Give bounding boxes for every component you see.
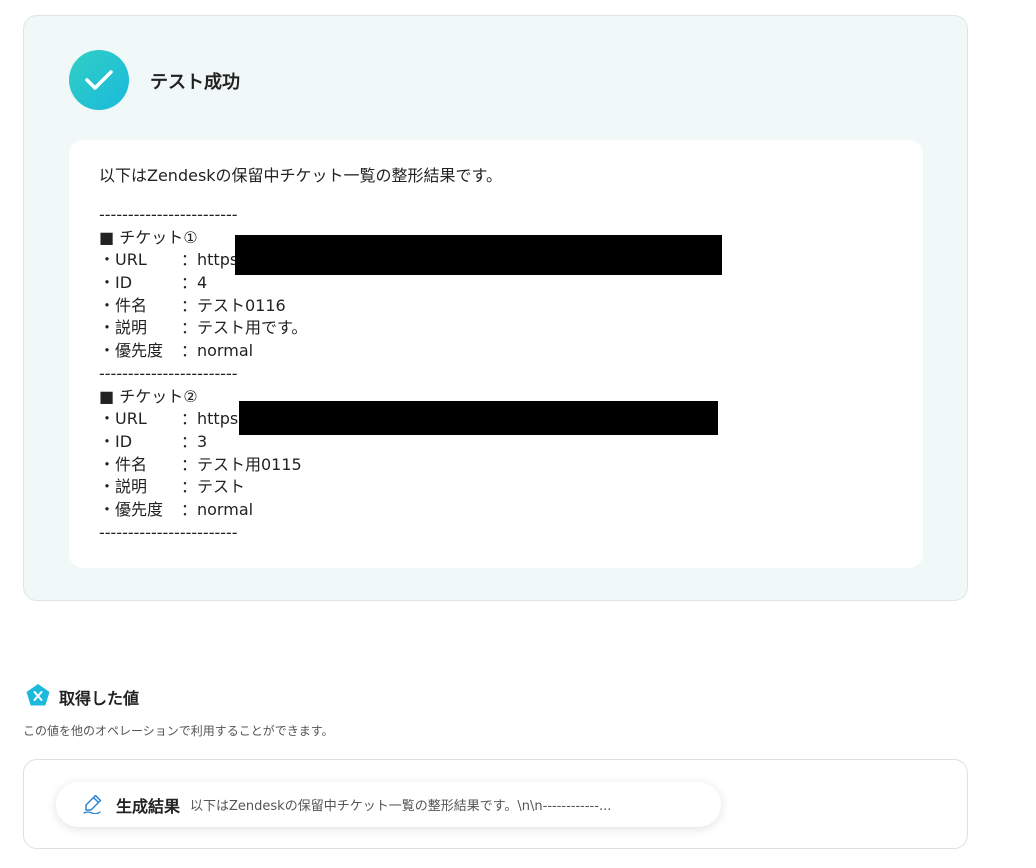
check-icon — [69, 50, 129, 110]
variable-x-icon — [25, 683, 51, 711]
obtained-values-panel: 生成結果 以下はZendeskの保留中チケット一覧の整形結果です。\n\n---… — [23, 759, 968, 849]
value-chip-generated-result[interactable]: 生成結果 以下はZendeskの保留中チケット一覧の整形結果です。\n\n---… — [56, 782, 721, 827]
ticket-id-row: ・ID ：3 — [99, 431, 302, 454]
desc-value: ：テスト用です。 — [181, 318, 308, 338]
ticket-url-row: ・URL ：https: — [99, 235, 722, 276]
obtained-values-description: この値を他のオペレーションで利用することができます。 — [23, 724, 334, 738]
test-success-panel: テスト成功 以下はZendeskの保留中チケット一覧の整形結果です。 -----… — [23, 15, 968, 601]
subject-value: ：テスト用0115 — [181, 454, 302, 474]
ticket-priority-row: ・優先度 ：normal — [99, 340, 307, 363]
result-intro: 以下はZendeskの保留中チケット一覧の整形結果です。 — [99, 166, 502, 185]
ticket-block-1: ------------------------ ■ チケット① ・URL ：ht… — [99, 204, 722, 363]
ticket-desc-row: ・説明 ：テスト — [99, 476, 302, 499]
ticket-block-2: ------------------------ ■ チケット② ・URL ：ht… — [99, 363, 718, 545]
obtained-values-header: 取得した値 — [25, 683, 139, 711]
divider: ------------------------ — [99, 205, 238, 224]
id-label: ・ID — [99, 432, 133, 452]
url-label: ・URL — [99, 250, 147, 270]
desc-label: ・説明 — [99, 477, 148, 497]
ticket-priority-row: ・優先度 ：normal — [99, 499, 302, 522]
ticket-subject-row: ・件名 ：テスト用0115 — [99, 454, 302, 477]
redaction-bar — [239, 401, 718, 436]
priority-value: ：normal — [181, 341, 254, 361]
subject-label: ・件名 — [99, 295, 148, 315]
ticket-id-row: ・ID ：4 — [99, 272, 307, 295]
priority-label: ・優先度 — [99, 341, 164, 361]
ticket-url-row: ・URL ：https: — [99, 401, 718, 436]
result-output-card: 以下はZendeskの保留中チケット一覧の整形結果です。 -----------… — [69, 140, 923, 568]
divider: ------------------------ — [99, 522, 238, 542]
priority-value: ：normal — [181, 500, 254, 520]
desc-value: ：テスト — [181, 477, 246, 497]
ticket-subject-row: ・件名 ：テスト0116 — [99, 295, 307, 318]
subject-label: ・件名 — [99, 454, 148, 474]
ticket-desc-row: ・説明 ：テスト用です。 — [99, 317, 307, 340]
redaction-bar — [235, 235, 722, 276]
desc-label: ・説明 — [99, 318, 148, 338]
url-value: ：https: — [181, 409, 244, 429]
obtained-values-title: 取得した値 — [59, 689, 140, 708]
pen-icon — [82, 792, 104, 818]
subject-value: ：テスト0116 — [181, 295, 286, 315]
id-label: ・ID — [99, 273, 133, 293]
url-label: ・URL — [99, 409, 147, 429]
divider: ------------------------ — [99, 364, 238, 383]
chip-label: 生成結果 — [116, 796, 181, 816]
id-value: ：4 — [181, 273, 208, 293]
priority-label: ・優先度 — [99, 500, 164, 520]
success-title: テスト成功 — [150, 72, 240, 93]
chip-value: 以下はZendeskの保留中チケット一覧の整形結果です。\n\n--------… — [190, 799, 612, 814]
id-value: ：3 — [181, 432, 208, 452]
